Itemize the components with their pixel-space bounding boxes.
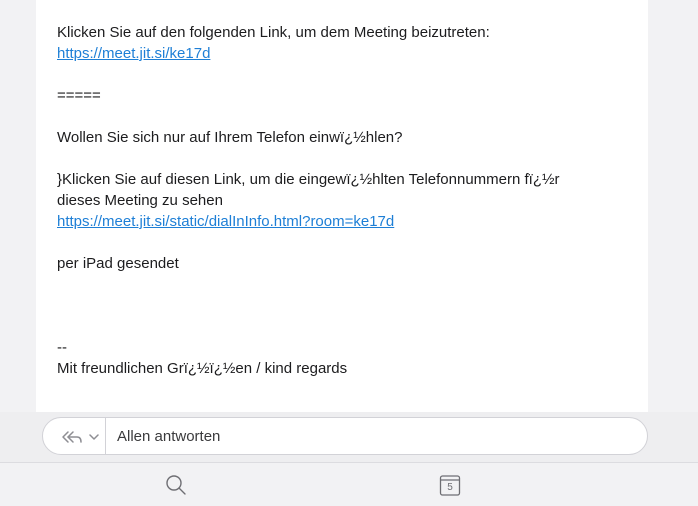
email-body: Klicken Sie auf den folgenden Link, um d… <box>57 22 637 379</box>
reply-all-field[interactable]: Allen antworten <box>42 417 648 455</box>
tab-bar: 5 <box>0 462 698 506</box>
phone-text-line-1: }Klicken Sie auf diesen Link, um die ein… <box>57 171 560 188</box>
tab-search[interactable] <box>164 473 188 497</box>
reply-all-label: Allen antworten <box>117 428 221 445</box>
phone-question: Wollen Sie sich nur auf Ihrem Telefon ei… <box>57 129 403 146</box>
signature-greeting: Mit freundlichen Grï¿½ï¿½en / kind regar… <box>57 360 348 377</box>
join-text: Klicken Sie auf den folgenden Link, um d… <box>57 24 490 41</box>
reply-divider <box>105 418 106 454</box>
search-icon <box>166 475 186 495</box>
chevron-down-icon <box>89 434 99 440</box>
reply-bar: Allen antworten <box>0 412 698 462</box>
phone-text-line-2: dieses Meeting zu sehen <box>57 192 223 209</box>
tab-calendar[interactable]: 5 <box>439 473 461 497</box>
calendar-badge: 5 <box>447 482 453 493</box>
reply-options-button[interactable] <box>61 428 109 446</box>
reply-all-icon <box>62 431 82 443</box>
email-body-card: Klicken Sie auf den folgenden Link, um d… <box>36 0 648 412</box>
phone-link[interactable]: https://meet.jit.si/static/dialInInfo.ht… <box>57 211 637 232</box>
signature-dash: -- <box>57 339 67 356</box>
separator-text: ===== <box>57 87 101 104</box>
sent-from: per iPad gesendet <box>57 255 179 272</box>
join-link[interactable]: https://meet.jit.si/ke17d <box>57 43 637 64</box>
